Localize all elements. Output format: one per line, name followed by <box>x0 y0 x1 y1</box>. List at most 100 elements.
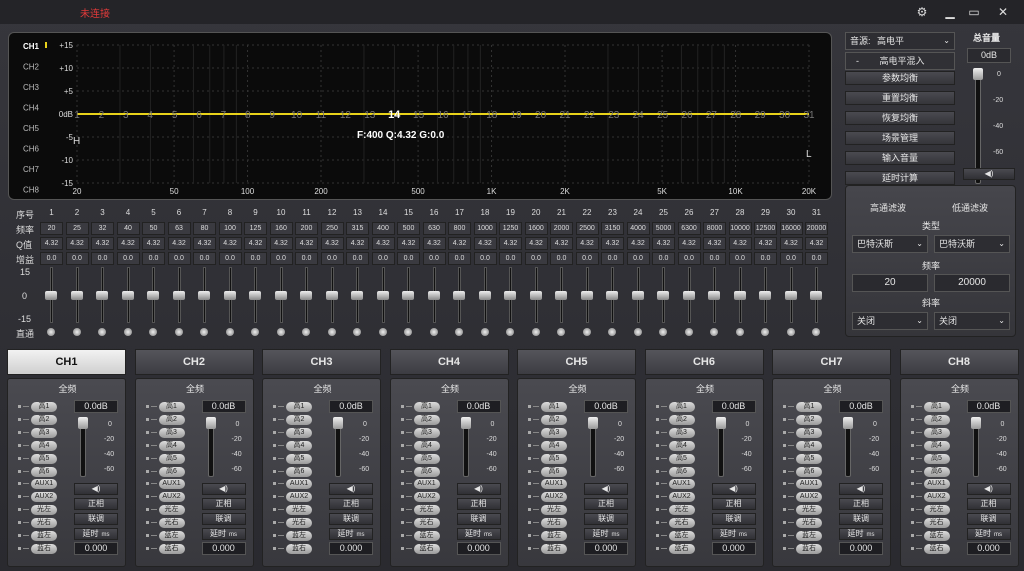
eq-band-point[interactable]: 15 <box>413 110 425 121</box>
band-fader-knob[interactable] <box>427 291 440 300</box>
band-freq-cell[interactable]: 4000 <box>626 222 650 235</box>
band-gain-cell[interactable]: 0.0 <box>550 252 573 265</box>
band-gain-cell[interactable]: 0.0 <box>397 252 420 265</box>
channel-tab-ch3[interactable]: CH3 <box>262 349 381 375</box>
band-freq-cell[interactable]: 200 <box>295 222 318 235</box>
band-gain-cell[interactable]: 0.0 <box>601 252 624 265</box>
eq-band-point[interactable]: 9 <box>269 110 275 121</box>
source-toggle[interactable]: 高1 <box>783 402 828 412</box>
source-pill[interactable]: 高5 <box>541 453 567 464</box>
source-pill[interactable]: 高1 <box>286 402 312 412</box>
graph-channel-ch8[interactable]: CH8 <box>23 186 40 195</box>
phase-button[interactable]: 正相 <box>584 498 628 510</box>
source-pill[interactable]: 高4 <box>541 440 567 451</box>
source-pill[interactable]: 高2 <box>413 414 440 425</box>
band-gain-cell[interactable]: 0.0 <box>422 252 446 265</box>
band-q-cell[interactable]: 4.32 <box>295 237 318 250</box>
source-pill[interactable]: AUX2 <box>668 492 695 503</box>
band-freq-cell[interactable]: 630 <box>422 222 446 235</box>
channel-mute-button[interactable]: ◀) <box>584 483 628 495</box>
source-toggle[interactable]: 高1 <box>18 402 63 412</box>
source-toggle[interactable]: AUX1 <box>273 479 318 490</box>
eq-band-point[interactable]: 25 <box>657 110 669 121</box>
band-freq-cell[interactable]: 125 <box>244 222 267 235</box>
source-pill[interactable]: 高1 <box>413 402 440 412</box>
source-toggle[interactable]: 高3 <box>783 427 828 438</box>
band-gain-cell[interactable]: 0.0 <box>575 252 599 265</box>
source-toggle[interactable]: 高5 <box>273 453 318 464</box>
band-freq-cell[interactable]: 25 <box>65 222 89 235</box>
source-pill[interactable]: 光左 <box>541 505 567 516</box>
band-freq-cell[interactable]: 20000 <box>805 222 828 235</box>
source-toggle[interactable]: 光右 <box>783 518 828 529</box>
band-gain-cell[interactable]: 0.0 <box>320 252 344 265</box>
source-toggle[interactable]: 光左 <box>910 505 956 516</box>
link-button[interactable]: 联调 <box>329 513 373 525</box>
band-gain-cell[interactable]: 0.0 <box>40 252 63 265</box>
source-pill[interactable]: 蓝右 <box>31 543 57 554</box>
band-fader-knob[interactable] <box>300 291 312 300</box>
source-pill[interactable]: 高6 <box>286 466 312 477</box>
band-fader-knob[interactable] <box>274 291 287 300</box>
source-toggle[interactable]: 高4 <box>783 440 828 451</box>
graph-channel-ch7[interactable]: CH7 <box>23 165 40 174</box>
source-pill[interactable]: 蓝右 <box>668 543 695 554</box>
source-toggle[interactable]: 光右 <box>18 518 63 529</box>
master-slider-track[interactable] <box>975 68 981 184</box>
source-toggle[interactable]: 光左 <box>783 505 828 516</box>
eq-band-point[interactable]: 19 <box>511 110 523 121</box>
band-fader-knob[interactable] <box>555 291 567 300</box>
band-fader-knob[interactable] <box>249 291 261 300</box>
source-toggle[interactable]: 高5 <box>18 453 63 464</box>
lp-slope-select[interactable]: 关闭 ⌄ <box>934 312 1010 330</box>
band-q-cell[interactable]: 4.32 <box>244 237 267 250</box>
source-pill[interactable]: 蓝左 <box>541 531 567 541</box>
band-gain-cell[interactable]: 0.0 <box>218 252 242 265</box>
source-pill[interactable]: 高1 <box>31 402 57 412</box>
source-toggle[interactable]: 高2 <box>145 414 191 425</box>
band-fader-knob[interactable] <box>606 291 618 300</box>
band-bypass-toggle[interactable] <box>98 328 106 336</box>
source-pill[interactable]: 光右 <box>923 518 950 529</box>
band-q-cell[interactable]: 4.32 <box>91 237 114 250</box>
delay-value-input[interactable]: 0.000 <box>201 542 246 555</box>
graph-channel-ch3[interactable]: CH3 <box>23 83 40 92</box>
band-freq-cell[interactable]: 5000 <box>652 222 675 235</box>
phase-button[interactable]: 正相 <box>966 498 1011 510</box>
source-pill[interactable]: 高3 <box>413 427 440 438</box>
channel-volume-knob[interactable] <box>333 417 343 429</box>
minimize-icon[interactable]: ▁ <box>940 3 960 21</box>
source-pill[interactable]: AUX1 <box>796 479 822 490</box>
band-q-cell[interactable]: 4.32 <box>677 237 701 250</box>
delay-button[interactable]: 延时 ms <box>329 528 373 540</box>
source-pill[interactable]: 高5 <box>668 453 695 464</box>
eq-band-point[interactable]: 26 <box>681 110 693 121</box>
band-bypass-toggle[interactable] <box>251 328 259 336</box>
band-q-cell[interactable]: 4.32 <box>142 237 165 250</box>
source-pill[interactable]: 光右 <box>668 518 695 529</box>
band-gain-cell[interactable]: 0.0 <box>142 252 165 265</box>
source-pill[interactable]: 高5 <box>413 453 440 464</box>
source-pill[interactable]: 高3 <box>541 427 567 438</box>
source-pill[interactable]: 高5 <box>796 453 822 464</box>
delay-value-input[interactable]: 0.000 <box>456 542 501 555</box>
source-pill[interactable]: 高2 <box>541 414 567 425</box>
source-toggle[interactable]: 高5 <box>528 453 573 464</box>
band-q-cell[interactable]: 4.32 <box>116 237 140 250</box>
source-toggle[interactable]: 高1 <box>655 402 701 412</box>
source-toggle[interactable]: 高1 <box>910 402 956 412</box>
delay-value-input[interactable]: 0.000 <box>966 542 1011 555</box>
eq-band-point[interactable]: 21 <box>559 110 571 121</box>
band-fader-knob[interactable] <box>45 291 57 300</box>
source-toggle[interactable]: 高2 <box>910 414 956 425</box>
source-pill[interactable]: 高3 <box>796 427 822 438</box>
eq-band-point[interactable]: 18 <box>486 110 498 121</box>
band-freq-cell[interactable]: 63 <box>167 222 191 235</box>
function-button[interactable]: 重置均衡 <box>845 91 955 105</box>
source-pill[interactable]: 光右 <box>286 518 312 529</box>
eq-curve-canvas[interactable]: +15+10+50dB-5-10-1520 50 100 200 500 1K 2K 5K 10… <box>9 33 833 201</box>
source-toggle[interactable]: 蓝右 <box>528 543 573 554</box>
band-bypass-toggle[interactable] <box>786 328 795 336</box>
source-pill[interactable]: 高6 <box>923 466 950 477</box>
band-freq-cell[interactable]: 32 <box>91 222 114 235</box>
